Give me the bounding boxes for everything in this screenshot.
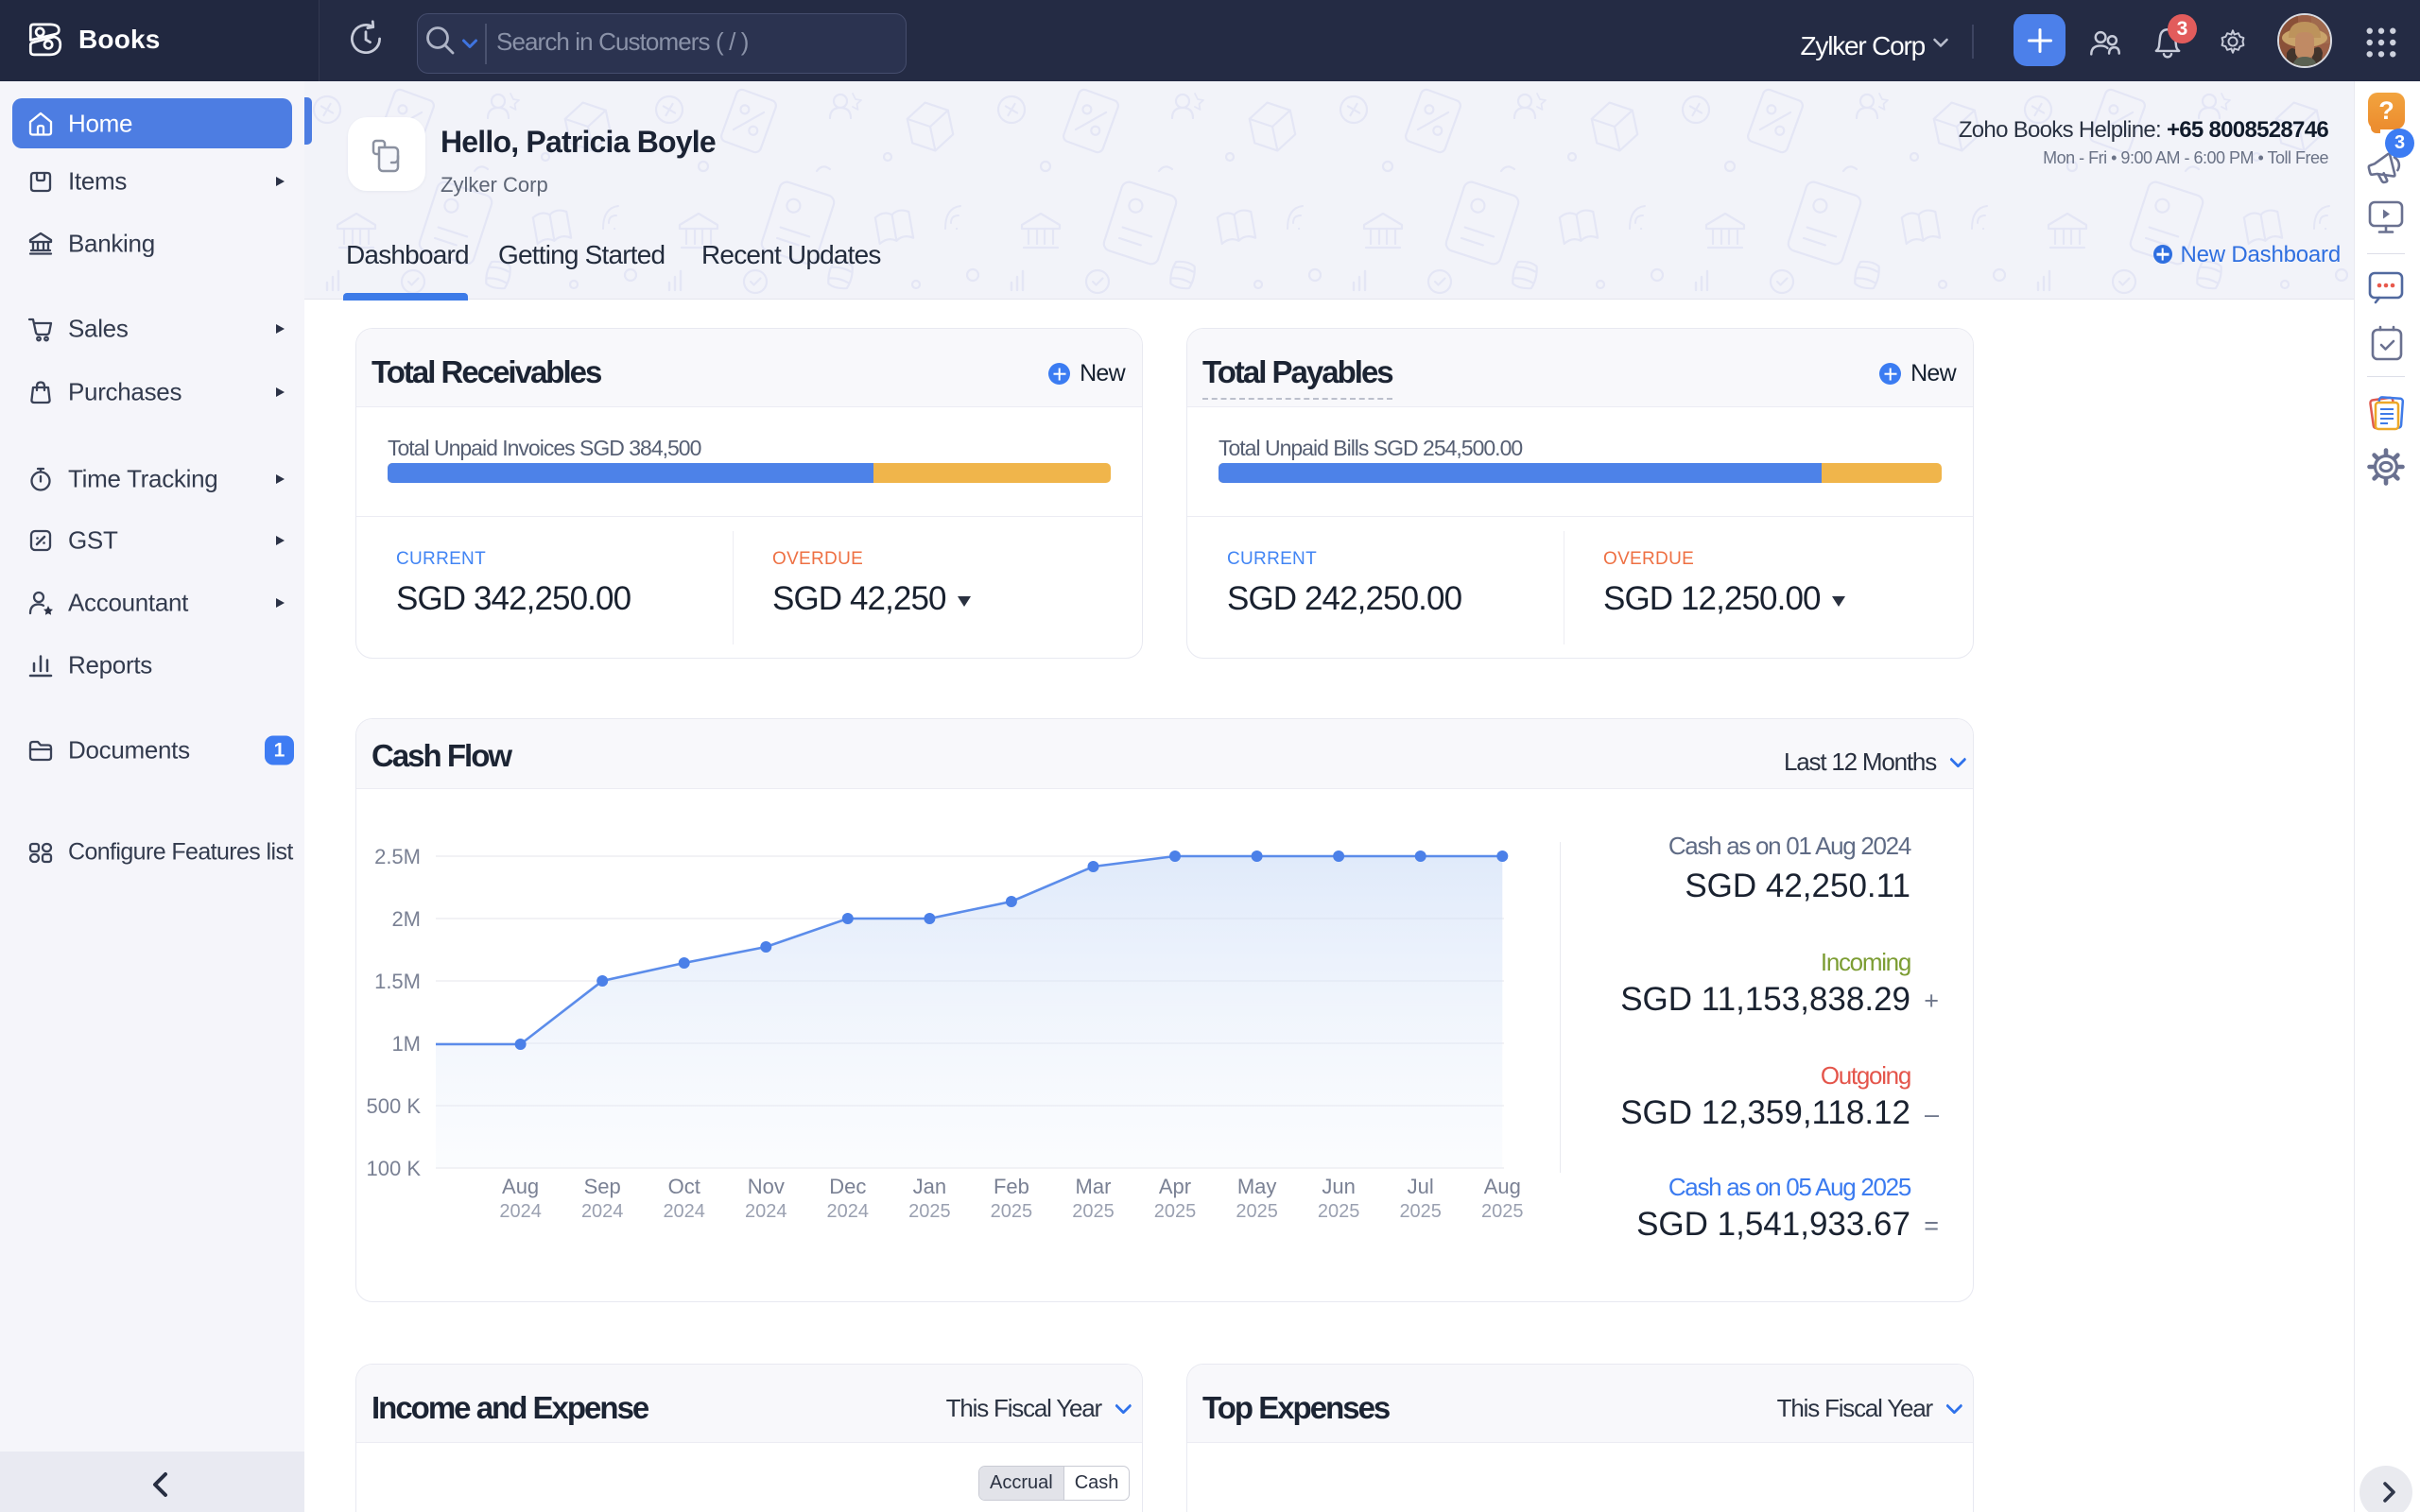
svg-text:2024: 2024: [581, 1201, 624, 1222]
svg-text:500 K: 500 K: [367, 1094, 422, 1118]
svg-text:Mar: Mar: [1076, 1175, 1112, 1198]
svg-text:Oct: Oct: [668, 1175, 700, 1198]
svg-text:Nov: Nov: [748, 1175, 785, 1198]
svg-text:Dec: Dec: [829, 1175, 866, 1198]
svg-text:100 K: 100 K: [367, 1157, 422, 1180]
svg-text:Aug: Aug: [1484, 1175, 1521, 1198]
svg-text:2024: 2024: [745, 1201, 787, 1222]
svg-text:2024: 2024: [827, 1201, 870, 1222]
svg-text:Sep: Sep: [584, 1175, 621, 1198]
svg-text:2025: 2025: [1481, 1201, 1524, 1222]
svg-text:2025: 2025: [991, 1201, 1033, 1222]
svg-text:Jan: Jan: [913, 1175, 946, 1198]
svg-text:Feb: Feb: [994, 1175, 1029, 1198]
svg-text:Jun: Jun: [1322, 1175, 1355, 1198]
svg-text:Apr: Apr: [1159, 1175, 1191, 1198]
svg-text:2025: 2025: [1318, 1201, 1360, 1222]
svg-text:2025: 2025: [908, 1201, 951, 1222]
svg-text:Aug: Aug: [502, 1175, 539, 1198]
svg-text:2025: 2025: [1399, 1201, 1442, 1222]
svg-text:May: May: [1237, 1175, 1277, 1198]
svg-text:2025: 2025: [1236, 1201, 1278, 1222]
svg-text:2025: 2025: [1072, 1201, 1115, 1222]
svg-text:1M: 1M: [391, 1032, 421, 1056]
svg-text:2025: 2025: [1154, 1201, 1197, 1222]
svg-text:2M: 2M: [391, 907, 421, 931]
svg-text:Jul: Jul: [1408, 1175, 1434, 1198]
svg-text:2024: 2024: [663, 1201, 705, 1222]
svg-text:2024: 2024: [499, 1201, 542, 1222]
svg-text:1.5M: 1.5M: [374, 970, 421, 993]
svg-text:2.5M: 2.5M: [374, 845, 421, 868]
